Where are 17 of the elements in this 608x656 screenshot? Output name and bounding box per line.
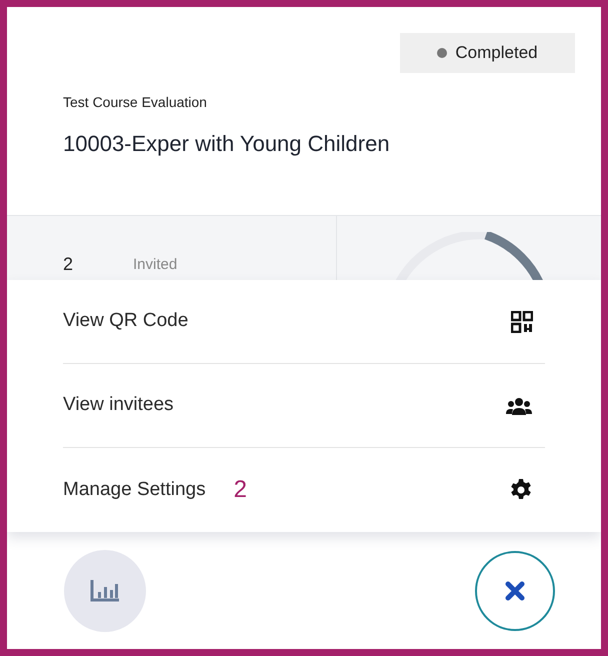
menu-item[interactable]: View QR Code (63, 280, 545, 364)
users-icon (505, 396, 533, 416)
settings-icon (509, 478, 533, 502)
menu-item-label: View invitees (63, 393, 174, 418)
menu-item-label: View QR Code (63, 309, 188, 334)
qr-code-icon (511, 310, 533, 332)
course-title: 10003-Exper with Young Children (63, 130, 391, 158)
invited-count: 2 (63, 253, 74, 276)
close-icon (505, 580, 525, 600)
menu-item[interactable]: View invitees (63, 364, 545, 448)
callout-number: 2 (234, 475, 247, 505)
status-label: Completed (455, 42, 538, 64)
bar-chart-icon (90, 580, 120, 602)
invited-label: Invited (133, 254, 178, 274)
menu-item[interactable]: Manage Settings 2 (63, 448, 545, 532)
menu-item-label: Manage Settings (63, 478, 206, 502)
survey-subtitle: Test Course Evaluation (63, 93, 208, 112)
